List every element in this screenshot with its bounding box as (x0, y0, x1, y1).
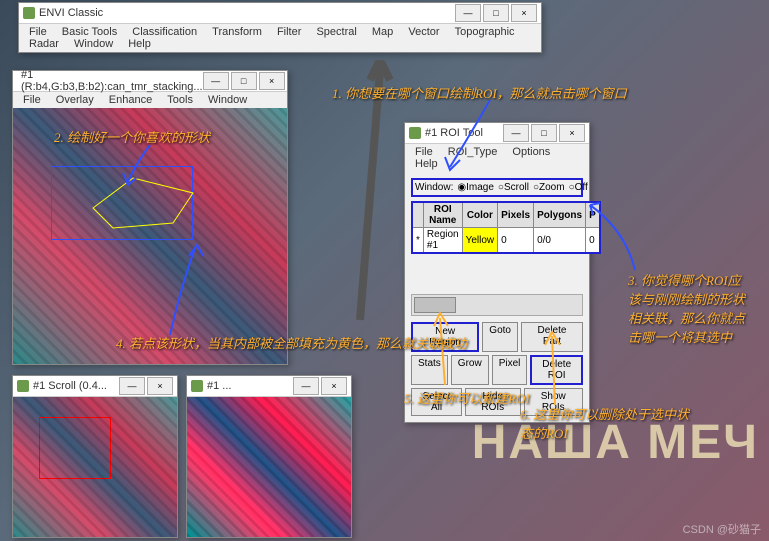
close-button[interactable]: × (147, 377, 173, 395)
image-canvas[interactable] (13, 108, 287, 364)
minimize-button[interactable]: — (293, 377, 319, 395)
scroll-window: #1 Scroll (0.4... — × (12, 375, 178, 538)
grow-button[interactable]: Grow (451, 355, 489, 385)
col-pixels: Pixels (498, 202, 534, 228)
menu-tools[interactable]: Tools (161, 92, 199, 108)
menu-window[interactable]: Window (202, 92, 253, 108)
envi-main-window: ENVI Classic — □ × File Basic Tools Clas… (18, 2, 542, 53)
image-window-title: #1 (R:b4,G:b3,B:b2):can_tmr_stacking... (21, 69, 203, 93)
close-button[interactable]: × (511, 4, 537, 22)
pixel-button[interactable]: Pixel (492, 355, 528, 385)
roi-window-selector: Window: ◉Image ○Scroll ○Zoom ○Off (411, 178, 583, 197)
menu-roi-type[interactable]: ROI_Type (442, 144, 504, 160)
roi-tool-window: #1 ROI Tool — □ × File ROI_Type Options … (404, 122, 590, 423)
close-button[interactable]: × (559, 124, 585, 142)
watermark: CSDN @砂猫子 (683, 521, 761, 537)
roi-scrollbar[interactable] (411, 294, 583, 316)
menu-help[interactable]: Help (122, 36, 157, 52)
roi-table: ROI Name Color Pixels Polygons P * Regio… (411, 201, 601, 254)
maximize-button[interactable]: □ (531, 124, 557, 142)
menu-spectral[interactable]: Spectral (310, 24, 362, 40)
zoom-canvas[interactable] (187, 397, 351, 537)
annotation-1: 1. 你想要在哪个窗口绘制ROI，那么就点击哪个窗口 (332, 83, 627, 102)
envi-menubar: File Basic Tools Classification Transfor… (19, 24, 541, 52)
delete-part-button[interactable]: Delete Part (521, 322, 583, 352)
maximize-button[interactable]: □ (231, 72, 257, 90)
annotation-6: 6. 这里你可以删除处于选中状态的ROI (520, 404, 690, 442)
minimize-button[interactable]: — (203, 72, 229, 90)
image-menubar: File Overlay Enhance Tools Window (13, 92, 287, 108)
menu-window[interactable]: Window (68, 36, 119, 52)
annotation-3: 3. 你觉得哪个ROI应该与刚刚绘制的形状相关联，那么你就点击哪一个将其选中 (628, 270, 748, 346)
menu-radar[interactable]: Radar (23, 36, 65, 52)
scroll-window-title: #1 Scroll (0.4... (33, 380, 119, 392)
radio-zoom[interactable]: ○Zoom (533, 182, 565, 193)
maximize-button[interactable]: □ (483, 4, 509, 22)
cell-p: 0 (586, 228, 600, 254)
menu-enhance[interactable]: Enhance (103, 92, 158, 108)
cell-mark: * (412, 228, 423, 254)
minimize-button[interactable]: — (119, 377, 145, 395)
annotation-2: 2. 绘制好一个你喜欢的形状 (54, 127, 210, 146)
roi-title: #1 ROI Tool (425, 127, 503, 139)
col-roi-name: ROI Name (423, 202, 462, 228)
radio-off[interactable]: ○Off (569, 182, 588, 193)
delete-roi-button[interactable]: Delete ROI (530, 355, 583, 385)
cell-pixels: 0 (498, 228, 534, 254)
stats-button[interactable]: Stats (411, 355, 448, 385)
envi-icon (17, 380, 29, 392)
envi-title: ENVI Classic (39, 7, 455, 19)
radio-scroll[interactable]: ○Scroll (498, 182, 529, 193)
goto-button[interactable]: Goto (482, 322, 518, 352)
envi-icon (191, 380, 203, 392)
menu-vector[interactable]: Vector (402, 24, 445, 40)
col-color: Color (462, 202, 498, 228)
menu-overlay[interactable]: Overlay (50, 92, 100, 108)
col-p: P (586, 202, 600, 228)
menu-transform[interactable]: Transform (206, 24, 268, 40)
envi-icon (409, 127, 421, 139)
zoom-window-title: #1 ... (207, 380, 293, 392)
envi-icon (23, 7, 35, 19)
close-button[interactable]: × (259, 72, 285, 90)
window-label: Window: (415, 182, 453, 193)
close-button[interactable]: × (321, 377, 347, 395)
menu-options[interactable]: Options (506, 144, 556, 160)
roi-menubar: File ROI_Type Options Help (405, 144, 589, 172)
menu-file[interactable]: File (17, 92, 47, 108)
col-mark (412, 202, 423, 228)
radio-image[interactable]: ◉Image (457, 182, 494, 193)
image-window: #1 (R:b4,G:b3,B:b2):can_tmr_stacking... … (12, 70, 288, 365)
cell-polygons: 0/0 (534, 228, 586, 254)
minimize-button[interactable]: — (503, 124, 529, 142)
roi-row[interactable]: * Region #1 Yellow 0 0/0 0 (412, 228, 600, 254)
scroll-canvas[interactable] (13, 397, 177, 537)
menu-help[interactable]: Help (409, 156, 444, 172)
minimize-button[interactable]: — (455, 4, 481, 22)
annotation-4: 4. 若点该形状，当其内部被全部填充为黄色，那么就关联成功 (116, 333, 467, 352)
annotation-5: 5. 这里你可以新建ROI (404, 388, 530, 407)
menu-map[interactable]: Map (366, 24, 399, 40)
menu-filter[interactable]: Filter (271, 24, 307, 40)
scroll-viewport-box[interactable] (39, 417, 111, 479)
cell-color[interactable]: Yellow (462, 228, 498, 254)
menu-topographic[interactable]: Topographic (449, 24, 521, 40)
col-polygons: Polygons (534, 202, 586, 228)
cell-name[interactable]: Region #1 (423, 228, 462, 254)
zoom-window: #1 ... — × (186, 375, 352, 538)
